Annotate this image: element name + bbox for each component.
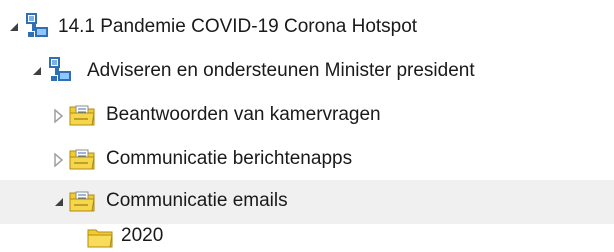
tree-node-label: 2020 [121, 225, 164, 246]
document-folder-icon [69, 105, 95, 126]
expanded-arrow-icon[interactable] [30, 64, 44, 78]
network-folder-icon [26, 13, 48, 37]
tree-node-berichtenapps[interactable]: Communicatie berichtenapps [0, 138, 614, 182]
tree-node-label: Communicatie emails [106, 190, 288, 211]
tree-node-label: Adviseren en ondersteunen Minister presi… [87, 60, 475, 81]
folder-icon [87, 229, 113, 248]
expanded-arrow-icon[interactable] [7, 20, 21, 34]
collapsed-arrow-icon[interactable] [52, 109, 66, 123]
expanded-arrow-icon[interactable] [52, 195, 66, 209]
document-folder-icon [69, 149, 95, 170]
tree-node-pandemie[interactable]: 14.1 Pandemie COVID-19 Corona Hotspot [0, 6, 614, 50]
document-folder-icon [69, 191, 95, 212]
network-folder-icon [49, 57, 71, 81]
tree-node-2020[interactable]: 2020 [0, 221, 614, 252]
tree-node-kamervragen[interactable]: Beantwoorden van kamervragen [0, 94, 614, 138]
tree-node-label: 14.1 Pandemie COVID-19 Corona Hotspot [58, 16, 418, 37]
tree-node-label: Communicatie berichtenapps [106, 148, 353, 169]
tree-node-emails[interactable]: Communicatie emails [0, 180, 614, 224]
tree-node-adviseren[interactable]: Adviseren en ondersteunen Minister presi… [0, 50, 614, 94]
tree-view: 14.1 Pandemie COVID-19 Corona Hotspot Ad… [0, 0, 614, 252]
tree-node-label: Beantwoorden van kamervragen [106, 104, 381, 125]
collapsed-arrow-icon[interactable] [52, 153, 66, 167]
